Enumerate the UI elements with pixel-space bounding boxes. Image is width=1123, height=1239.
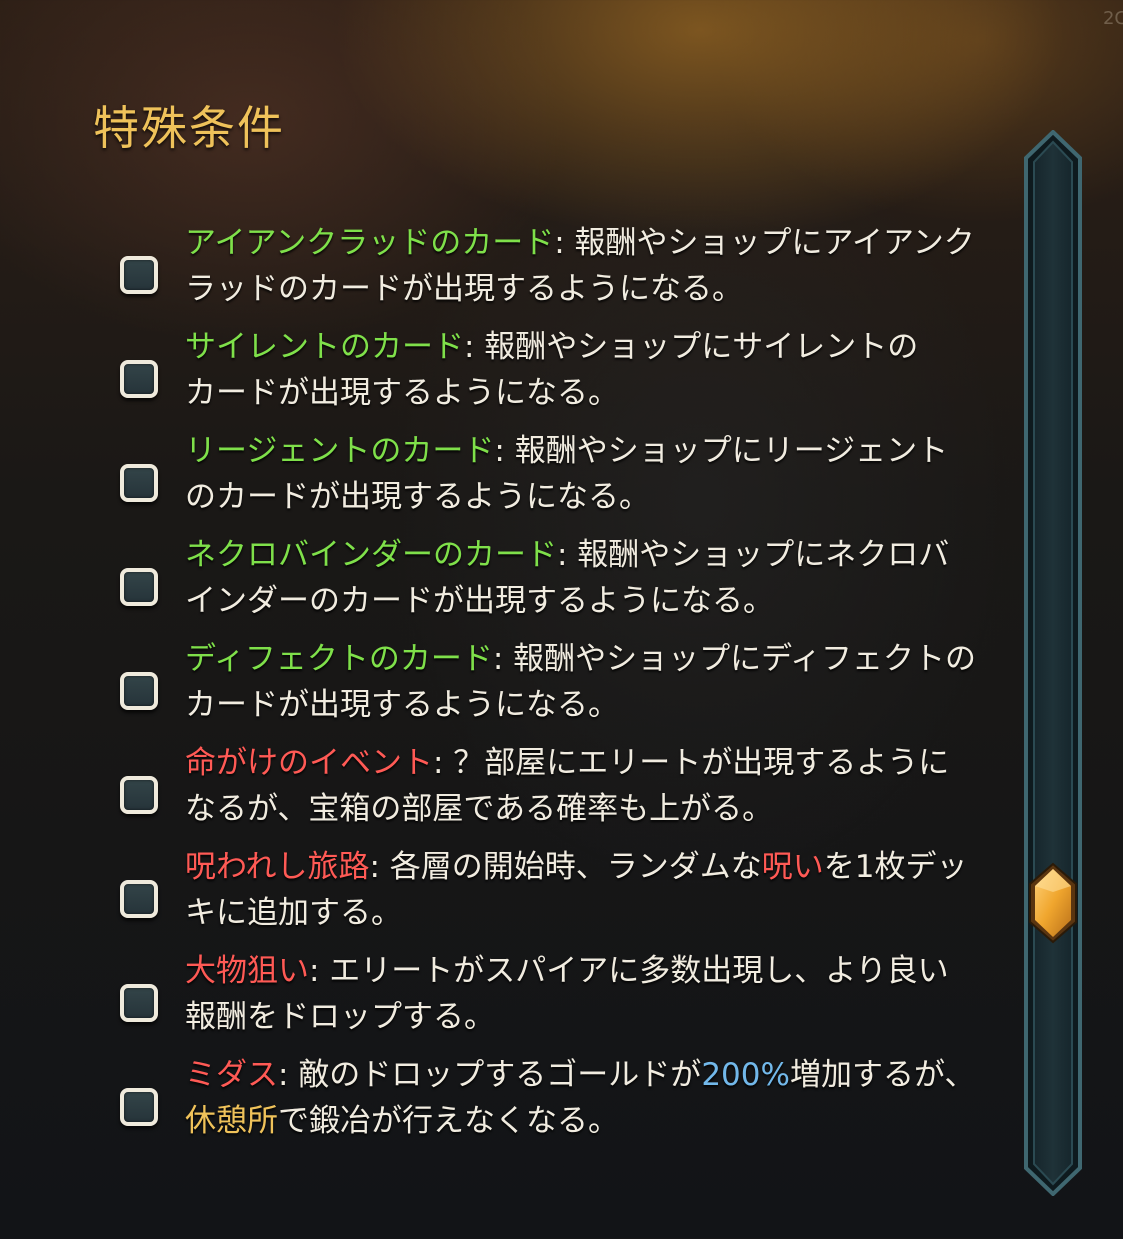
description-text: 報酬をドロップする。 — [185, 999, 495, 1035]
keyword-text: ディフェクトのカード — [185, 641, 493, 677]
modifier-line: インダーのカードが出現するようになる。 — [185, 578, 1005, 624]
description-text: : ？部屋にエリートが出現するように — [433, 745, 950, 781]
description-text: : 報酬やショップにネクロバ — [557, 537, 950, 573]
modifier-item[interactable]: リージェントのカード: 報酬やショップにリージェントのカードが出現するようになる… — [100, 422, 1010, 526]
description-text: を得 — [923, 1161, 985, 1162]
keyword-text: ミダス — [185, 1057, 278, 1093]
modifier-item[interactable]: ドロップする。 — [100, 158, 1010, 214]
description-text: : 報酬やショップにディフェクトの — [492, 641, 976, 677]
modifier-description: ネクロバインダーのカード: 報酬やショップにネクロバインダーのカードが出現するよ… — [185, 526, 1005, 624]
description-text: インダーのカードが出現するようになる。 — [185, 583, 774, 619]
modifier-checkbox[interactable] — [120, 984, 158, 1022]
modifier-description: ディフェクトのカード: 報酬やショップにディフェクトのカードが出現するようになる… — [185, 630, 1005, 728]
description-text: カードが出現するようになる。 — [185, 375, 619, 411]
modifier-item[interactable]: 殺意: 戦闘開始時、筋力3を得る。すべての敵は筋力3を得 — [100, 1150, 1010, 1162]
modifier-line: 殺意: 戦闘開始時、筋力3を得る。すべての敵は筋力3を得 — [185, 1156, 1005, 1162]
description-text: : 敵のドロップするゴールドが — [278, 1057, 702, 1093]
modifier-line: サイレントのカード: 報酬やショップにサイレントの — [185, 324, 1005, 370]
description-text: : 戦闘開始時、 — [247, 1161, 453, 1162]
modifier-description: ドロップする。 — [185, 158, 1005, 162]
corner-number: 2C — [1102, 8, 1123, 29]
modifier-item[interactable]: ネクロバインダーのカード: 報酬やショップにネクロバインダーのカードが出現するよ… — [100, 526, 1010, 630]
description-text: : 各層の開始時、ランダムな — [369, 849, 762, 885]
description-text: カードが出現するようになる。 — [185, 687, 619, 723]
description-text: を1枚デッ — [823, 849, 968, 885]
modifier-line: なるが、宝箱の部屋である確率も上がる。 — [185, 786, 1005, 832]
modifier-description: アイアンクラッドのカード: 報酬やショップにアイアンクラッドのカードが出現するよ… — [185, 214, 1005, 312]
modifier-line: 呪われし旅路: 各層の開始時、ランダムな呪いを1枚デッ — [185, 844, 1005, 890]
description-text: で鍛冶が行えなくなる。 — [278, 1103, 619, 1139]
modifier-line: 報酬をドロップする。 — [185, 994, 1005, 1040]
keyword-text: 筋力 — [842, 1161, 904, 1162]
keyword-text: ネクロバインダーのカード — [185, 537, 557, 573]
modifier-item[interactable]: サイレントのカード: 報酬やショップにサイレントのカードが出現するようになる。 — [100, 318, 1010, 422]
modifier-line: カードが出現するようになる。 — [185, 370, 1005, 416]
modifier-checkbox[interactable] — [120, 880, 158, 918]
modifier-line: カードが出現するようになる。 — [185, 682, 1005, 728]
modifiers-list: ドロップする。アイアンクラッドのカード: 報酬やショップにアイアンクラッドのカー… — [100, 158, 1010, 1162]
modifier-checkbox[interactable] — [120, 672, 158, 710]
keyword-text: アイアンクラッドのカード — [185, 225, 555, 261]
modifier-description: サイレントのカード: 報酬やショップにサイレントのカードが出現するようになる。 — [185, 318, 1005, 416]
modifier-line: ドロップする。 — [185, 158, 1005, 162]
keyword-text: サイレントのカード — [185, 329, 464, 365]
description-text: なるが、宝箱の部屋である確率も上がる。 — [185, 791, 774, 827]
keyword-text: 200% — [701, 1057, 790, 1093]
modifier-description: 殺意: 戦闘開始時、筋力3を得る。すべての敵は筋力3を得 — [185, 1150, 1005, 1162]
modifier-line: リージェントのカード: 報酬やショップにリージェント — [185, 428, 1005, 474]
modifier-description: 大物狙い: エリートがスパイアに多数出現し、より良い報酬をドロップする。 — [185, 942, 1005, 1040]
modifier-item[interactable]: ディフェクトのカード: 報酬やショップにディフェクトのカードが出現するようになる… — [100, 630, 1010, 734]
modifier-item[interactable]: 命がけのイベント: ？部屋にエリートが出現するようになるが、宝箱の部屋である確率… — [100, 734, 1010, 838]
modifier-line: キに追加する。 — [185, 890, 1005, 936]
modifier-line: ラッドのカードが出現するようになる。 — [185, 266, 1005, 312]
modifiers-list-viewport[interactable]: ドロップする。アイアンクラッドのカード: 報酬やショップにアイアンクラッドのカー… — [100, 158, 1010, 1162]
modifier-line: ディフェクトのカード: 報酬やショップにディフェクトの — [185, 636, 1005, 682]
keyword-text: リージェントのカード — [185, 433, 495, 469]
modifier-item[interactable]: 大物狙い: エリートがスパイアに多数出現し、より良い報酬をドロップする。 — [100, 942, 1010, 1046]
modifier-description: リージェントのカード: 報酬やショップにリージェントのカードが出現するようになる… — [185, 422, 1005, 520]
keyword-text: 大物狙い — [185, 953, 309, 989]
modifier-item[interactable]: 呪われし旅路: 各層の開始時、ランダムな呪いを1枚デッキに追加する。 — [100, 838, 1010, 942]
description-text: を得る。すべての敵は — [535, 1161, 842, 1162]
modifier-item[interactable]: ミダス: 敵のドロップするゴールドが200%増加するが、 休憩所で鍛冶が行えなくな… — [100, 1046, 1010, 1150]
keyword-text: 3 — [515, 1161, 535, 1162]
keyword-text: 呪われし旅路 — [185, 849, 370, 885]
keyword-text: 3 — [904, 1161, 924, 1162]
description-text: : 報酬やショップにサイレントの — [464, 329, 919, 365]
modifier-description: 命がけのイベント: ？部屋にエリートが出現するようになるが、宝箱の部屋である確率… — [185, 734, 1005, 832]
keyword-text: 休憩所 — [185, 1103, 278, 1139]
page-title: 特殊条件 — [93, 101, 285, 155]
modifier-line: ミダス: 敵のドロップするゴールドが200%増加するが、 — [185, 1052, 1005, 1098]
keyword-text: 筋力 — [453, 1161, 515, 1162]
scrollbar-thumb[interactable] — [1026, 862, 1080, 944]
modifier-checkbox[interactable] — [120, 464, 158, 502]
modifier-line: 命がけのイベント: ？部屋にエリートが出現するように — [185, 740, 1005, 786]
description-text: : 報酬やショップにリージェント — [494, 433, 949, 469]
scrollbar-track[interactable] — [1024, 130, 1082, 1196]
modifier-item[interactable]: アイアンクラッドのカード: 報酬やショップにアイアンクラッドのカードが出現するよ… — [100, 214, 1010, 318]
modifier-line: アイアンクラッドのカード: 報酬やショップにアイアンク — [185, 220, 1005, 266]
modifier-line: 大物狙い: エリートがスパイアに多数出現し、より良い — [185, 948, 1005, 994]
description-text: : エリートがスパイアに多数出現し、より良い — [309, 953, 949, 989]
modifier-line: のカードが出現するようになる。 — [185, 474, 1005, 520]
description-text: 増加するが、 — [789, 1057, 976, 1093]
modifier-checkbox[interactable] — [120, 256, 158, 294]
description-text: ラッドのカードが出現するようになる。 — [185, 271, 743, 307]
description-text: キに追加する。 — [185, 895, 402, 931]
modifier-checkbox[interactable] — [120, 776, 158, 814]
modifier-checkbox[interactable] — [120, 568, 158, 606]
keyword-text: 命がけのイベント — [185, 745, 433, 781]
modifier-checkbox[interactable] — [120, 360, 158, 398]
modifier-description: ミダス: 敵のドロップするゴールドが200%増加するが、 休憩所で鍛冶が行えなくな… — [185, 1046, 1005, 1144]
description-text: : 報酬やショップにアイアンク — [554, 225, 975, 261]
modifier-line: 休憩所で鍛冶が行えなくなる。 — [185, 1098, 1005, 1144]
description-text: のカードが出現するようになる。 — [185, 479, 650, 515]
modifier-checkbox[interactable] — [120, 1088, 158, 1126]
keyword-text: 呪い — [761, 849, 824, 885]
keyword-text: 殺意 — [185, 1161, 247, 1162]
modifier-description: 呪われし旅路: 各層の開始時、ランダムな呪いを1枚デッキに追加する。 — [185, 838, 1005, 936]
modifier-line: ネクロバインダーのカード: 報酬やショップにネクロバ — [185, 532, 1005, 578]
